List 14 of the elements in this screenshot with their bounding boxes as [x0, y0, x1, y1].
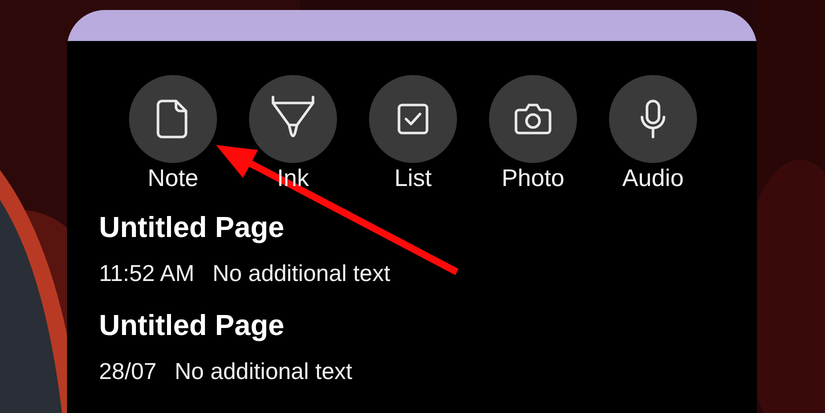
page-title[interactable]: Untitled Page — [99, 211, 284, 245]
document-icon — [156, 99, 190, 139]
page-time: 11:52 AM — [99, 259, 194, 287]
page-preview: No additional text — [212, 259, 390, 287]
action-label: Note — [148, 165, 198, 193]
action-label: Audio — [622, 165, 684, 193]
action-label: List — [394, 165, 432, 193]
page-title[interactable]: Untitled Page — [99, 309, 284, 343]
camera-icon — [514, 103, 552, 135]
microphone-icon — [639, 99, 667, 139]
checkbox-icon — [397, 103, 429, 135]
action-label: Photo — [502, 165, 564, 193]
page-preview: No additional text — [174, 357, 352, 385]
page-time: 28/07 — [99, 357, 157, 385]
